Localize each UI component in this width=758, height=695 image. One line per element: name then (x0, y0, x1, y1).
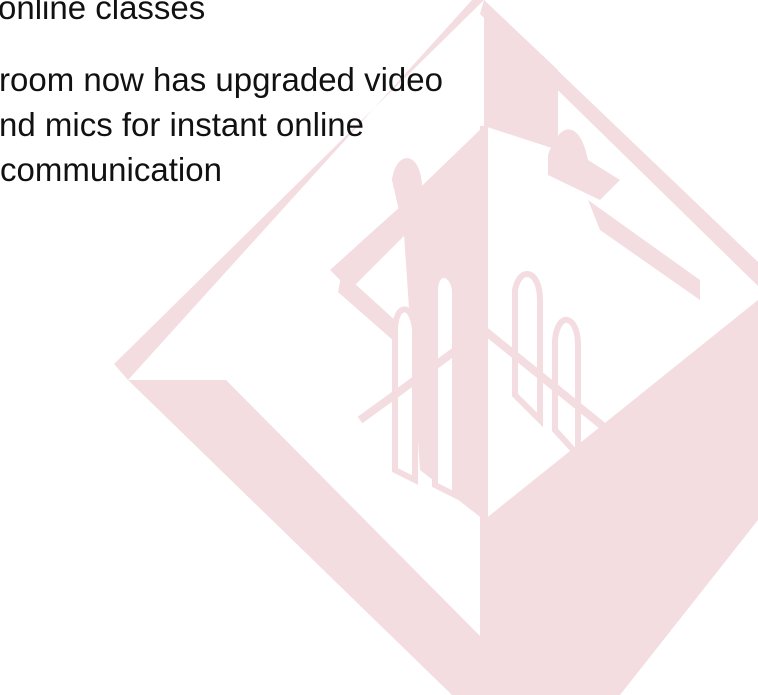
text-line: online classes (0, 0, 206, 26)
text-line: communication (0, 151, 222, 188)
text-line: nd mics for instant online (0, 106, 365, 143)
text-line: room now has upgraded video (0, 61, 443, 98)
